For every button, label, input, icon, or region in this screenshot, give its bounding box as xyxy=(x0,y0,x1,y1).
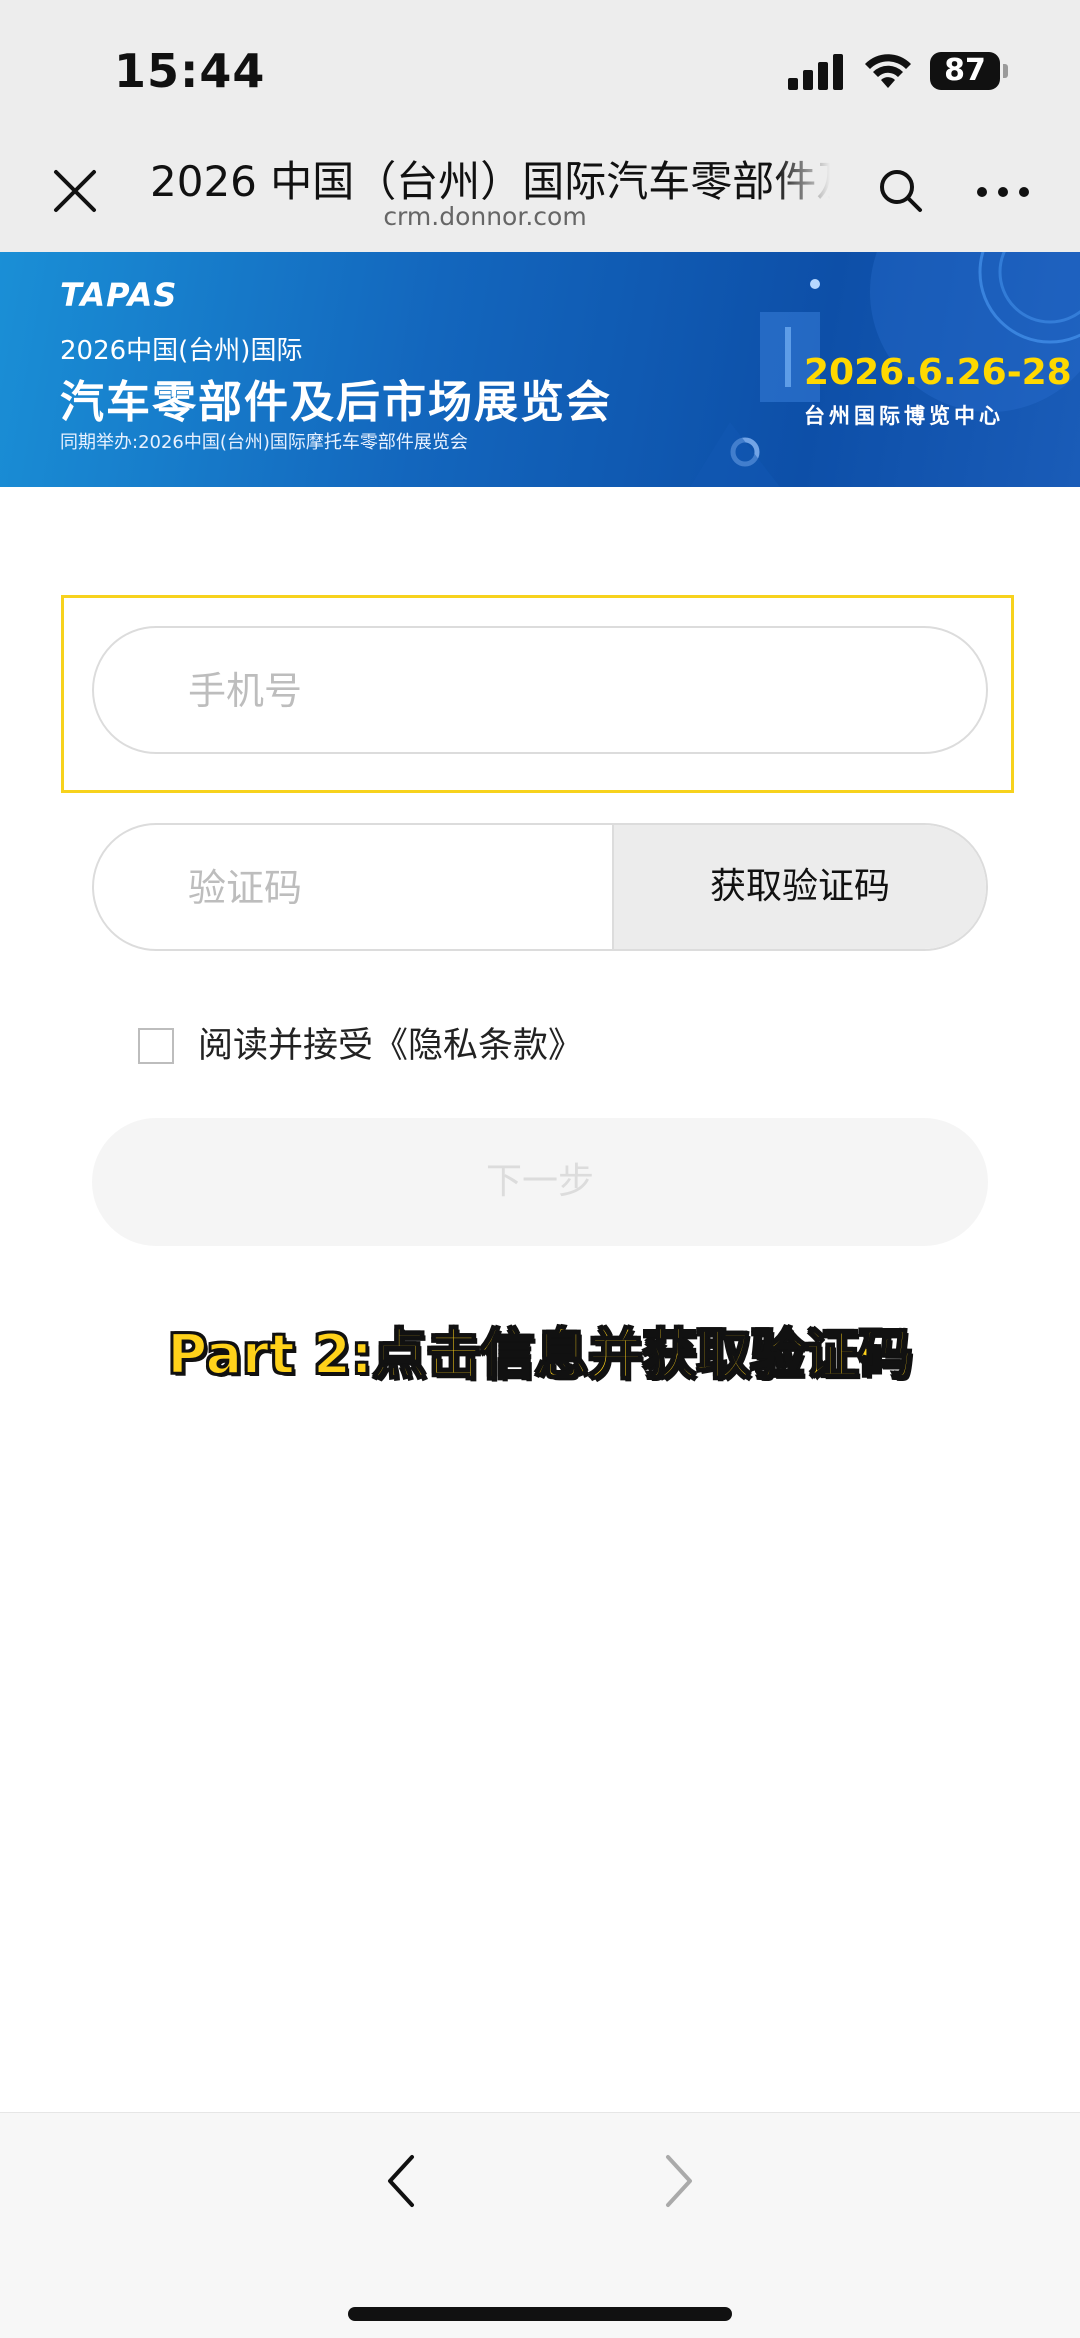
next-button[interactable]: 下一步 xyxy=(92,1118,988,1246)
bottom-nav-bar xyxy=(0,2112,1080,2338)
verification-code-input[interactable] xyxy=(186,825,590,949)
search-icon[interactable] xyxy=(876,166,926,216)
page-title: 2026 中国（台州）国际汽车零部件及后市场展览会 xyxy=(150,157,830,204)
nav-bar: 2026 中国（台州）国际汽车零部件及后市场展览会 crm.donnor.com xyxy=(0,120,1080,252)
banner-concurrent-event: 同期举办:2026中国(台州)国际摩托车零部件展览会 xyxy=(60,432,468,453)
home-indicator xyxy=(348,2307,732,2321)
status-bar: 15:44 87 xyxy=(0,0,1080,120)
phone-field[interactable] xyxy=(92,626,988,754)
banner-venue: 台州国际博览中心 xyxy=(804,404,1004,428)
page-url: crm.donnor.com xyxy=(383,202,587,231)
privacy-checkbox[interactable] xyxy=(138,1028,174,1064)
get-code-button[interactable]: 获取验证码 xyxy=(612,825,986,949)
battery-icon: 87 xyxy=(930,52,1008,90)
signal-icon xyxy=(788,54,843,90)
tutorial-caption: Part 2:点击信息并获取验证码 xyxy=(167,1322,914,1387)
banner-date: 2026.6.26-28 xyxy=(804,352,1072,393)
back-arrow-icon[interactable] xyxy=(386,2153,416,2209)
banner-title: 汽车零部件及后市场展览会 xyxy=(60,377,612,428)
event-banner: TAPAS 2026中国(台州)国际 汽车零部件及后市场展览会 同期举办:202… xyxy=(0,252,1080,487)
wifi-icon xyxy=(865,54,911,88)
banner-subtitle: 2026中国(台州)国际 xyxy=(60,336,303,366)
banner-logo: TAPAS xyxy=(60,276,178,314)
privacy-agreement-label[interactable]: 阅读并接受《隐私条款》 xyxy=(198,1022,583,1070)
forward-arrow-icon[interactable] xyxy=(664,2153,694,2209)
more-icon[interactable] xyxy=(976,186,1030,198)
verification-code-field[interactable]: 获取验证码 xyxy=(92,823,988,951)
battery-level: 87 xyxy=(944,53,986,88)
phone-input[interactable] xyxy=(186,628,950,754)
status-time: 15:44 xyxy=(114,44,266,98)
